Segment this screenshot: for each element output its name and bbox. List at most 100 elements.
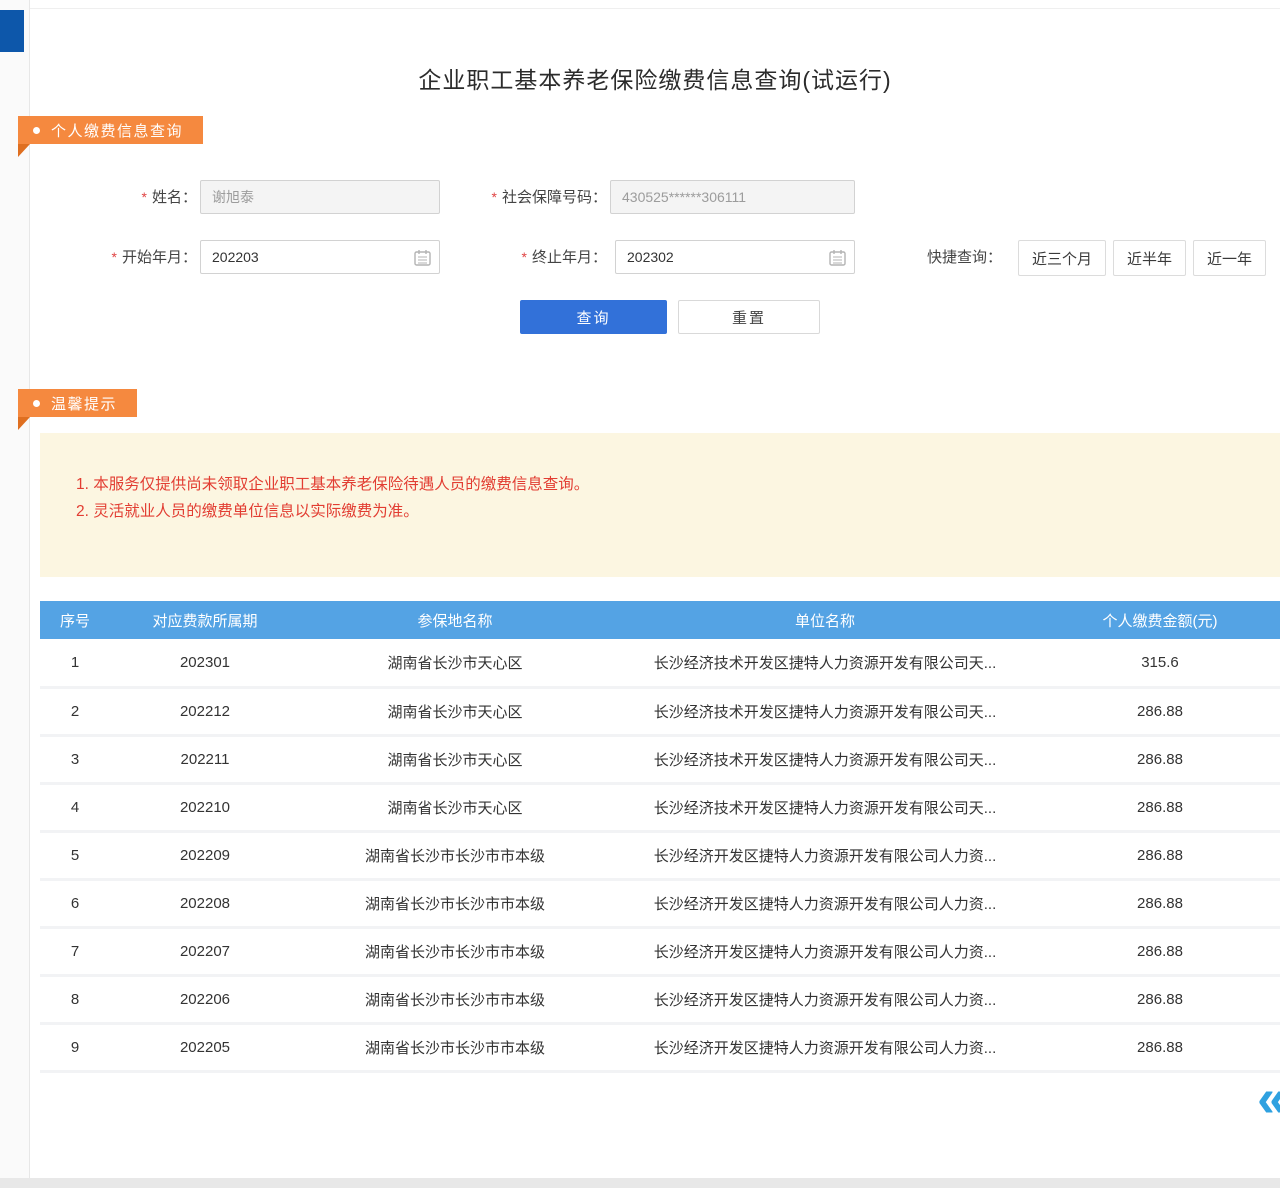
table-cell: 6: [40, 879, 110, 927]
table-row: 5202209湖南省长沙市长沙市市本级长沙经济开发区捷特人力资源开发有限公司人力…: [40, 831, 1280, 879]
table-cell: 202210: [110, 783, 300, 831]
table-cell: 3: [40, 735, 110, 783]
section-tips-label: 温馨提示: [51, 393, 117, 414]
notice-line: 1. 本服务仅提供尚未领取企业职工基本养老保险待遇人员的缴费信息查询。: [76, 471, 1260, 498]
table-cell: 7: [40, 927, 110, 975]
table-cell: 9: [40, 1023, 110, 1071]
table-body: 1202301湖南省长沙市天心区长沙经济技术开发区捷特人力资源开发有限公司天..…: [40, 639, 1280, 1071]
notice-line: 2. 灵活就业人员的缴费单位信息以实际缴费为准。: [76, 498, 1260, 525]
bullet-dot-icon: [33, 127, 40, 134]
end-month-label: *终止年月：: [490, 240, 607, 275]
table-cell: 202208: [110, 879, 300, 927]
table-cell: 202207: [110, 927, 300, 975]
quick-range-button[interactable]: 近半年: [1113, 240, 1186, 276]
start-month-input[interactable]: [200, 240, 440, 274]
table-header-cell: 单位名称: [610, 601, 1040, 639]
table-cell: 长沙经济开发区捷特人力资源开发有限公司人力资...: [610, 927, 1040, 975]
main-panel: 企业职工基本养老保险缴费信息查询(试运行) 个人缴费信息查询 *姓名： *社会保…: [30, 8, 1280, 1178]
table-cell: 长沙经济开发区捷特人力资源开发有限公司人力资...: [610, 879, 1040, 927]
table-cell: 286.88: [1040, 1023, 1280, 1071]
table-cell: 湖南省长沙市天心区: [300, 783, 610, 831]
end-month-input[interactable]: [615, 240, 855, 274]
table-cell: 315.6: [1040, 639, 1280, 687]
table-row: 6202208湖南省长沙市长沙市市本级长沙经济开发区捷特人力资源开发有限公司人力…: [40, 879, 1280, 927]
ssn-input[interactable]: [610, 180, 855, 214]
table-cell: 286.88: [1040, 975, 1280, 1023]
screen: 企业职工基本养老保险缴费信息查询(试运行) 个人缴费信息查询 *姓名： *社会保…: [0, 0, 1280, 1188]
ribbon-fold: [18, 144, 30, 157]
quick-query-group: 近三个月近半年近一年: [1018, 240, 1266, 276]
table-cell: 长沙经济技术开发区捷特人力资源开发有限公司天...: [610, 735, 1040, 783]
name-input[interactable]: [200, 180, 440, 214]
table-header-cell: 序号: [40, 601, 110, 639]
table-row: 9202205湖南省长沙市长沙市市本级长沙经济开发区捷特人力资源开发有限公司人力…: [40, 1023, 1280, 1071]
table-cell: 286.88: [1040, 879, 1280, 927]
bottom-strip: [0, 1178, 1280, 1188]
table-cell: 长沙经济开发区捷特人力资源开发有限公司人力资...: [610, 831, 1040, 879]
ribbon-fold: [18, 417, 30, 430]
quick-range-button[interactable]: 近三个月: [1018, 240, 1106, 276]
bullet-dot-icon: [33, 400, 40, 407]
notice-box: 1. 本服务仅提供尚未领取企业职工基本养老保险待遇人员的缴费信息查询。2. 灵活…: [40, 433, 1280, 577]
table-cell: 湖南省长沙市长沙市市本级: [300, 879, 610, 927]
left-blue-tab[interactable]: [0, 10, 24, 52]
table-cell: 湖南省长沙市长沙市市本级: [300, 975, 610, 1023]
ssn-label: *社会保障号码：: [455, 180, 607, 215]
table-cell: 202301: [110, 639, 300, 687]
name-label: *姓名：: [85, 180, 197, 215]
table-cell: 5: [40, 831, 110, 879]
table-cell: 长沙经济开发区捷特人力资源开发有限公司人力资...: [610, 1023, 1040, 1071]
table-cell: 湖南省长沙市天心区: [300, 687, 610, 735]
left-rail: [0, 0, 30, 1178]
table-cell: 286.88: [1040, 831, 1280, 879]
table-header-cell: 个人缴费金额(元): [1040, 601, 1280, 639]
section-header-query: 个人缴费信息查询: [18, 116, 203, 144]
table-row: 7202207湖南省长沙市长沙市市本级长沙经济开发区捷特人力资源开发有限公司人力…: [40, 927, 1280, 975]
quick-range-button[interactable]: 近一年: [1193, 240, 1266, 276]
results-table: 序号对应费款所属期参保地名称单位名称个人缴费金额(元) 1202301湖南省长沙…: [40, 601, 1280, 1073]
table-cell: 2: [40, 687, 110, 735]
table-row: 1202301湖南省长沙市天心区长沙经济技术开发区捷特人力资源开发有限公司天..…: [40, 639, 1280, 687]
table-cell: 202209: [110, 831, 300, 879]
quick-query-label: 快捷查询：: [927, 240, 1002, 276]
required-asterisk: *: [522, 249, 527, 265]
table-cell: 湖南省长沙市长沙市市本级: [300, 1023, 610, 1071]
collapse-chevron-icon[interactable]: «: [1257, 1071, 1280, 1125]
calendar-icon[interactable]: [829, 249, 846, 266]
table-cell: 长沙经济技术开发区捷特人力资源开发有限公司天...: [610, 783, 1040, 831]
table-cell: 202205: [110, 1023, 300, 1071]
table-cell: 286.88: [1040, 783, 1280, 831]
table-cell: 286.88: [1040, 927, 1280, 975]
table-cell: 202206: [110, 975, 300, 1023]
table-row: 2202212湖南省长沙市天心区长沙经济技术开发区捷特人力资源开发有限公司天..…: [40, 687, 1280, 735]
table-header-cell: 对应费款所属期: [110, 601, 300, 639]
table-cell: 长沙经济技术开发区捷特人力资源开发有限公司天...: [610, 639, 1040, 687]
reset-button[interactable]: 重置: [678, 300, 820, 334]
section-header-tips: 温馨提示: [18, 389, 137, 417]
table-cell: 长沙经济技术开发区捷特人力资源开发有限公司天...: [610, 687, 1040, 735]
table-cell: 8: [40, 975, 110, 1023]
calendar-icon[interactable]: [414, 249, 431, 266]
table-cell: 湖南省长沙市长沙市市本级: [300, 927, 610, 975]
table-row: 4202210湖南省长沙市天心区长沙经济技术开发区捷特人力资源开发有限公司天..…: [40, 783, 1280, 831]
table-cell: 湖南省长沙市长沙市市本级: [300, 831, 610, 879]
required-asterisk: *: [142, 189, 147, 205]
section-query-label: 个人缴费信息查询: [51, 120, 183, 141]
table-cell: 湖南省长沙市天心区: [300, 735, 610, 783]
table-header-row: 序号对应费款所属期参保地名称单位名称个人缴费金额(元): [40, 601, 1280, 639]
start-month-label: *开始年月：: [85, 240, 197, 275]
table-cell: 长沙经济开发区捷特人力资源开发有限公司人力资...: [610, 975, 1040, 1023]
table-cell: 202211: [110, 735, 300, 783]
table-row: 8202206湖南省长沙市长沙市市本级长沙经济开发区捷特人力资源开发有限公司人力…: [40, 975, 1280, 1023]
table-cell: 1: [40, 639, 110, 687]
table-cell: 4: [40, 783, 110, 831]
table-cell: 286.88: [1040, 687, 1280, 735]
table-header-cell: 参保地名称: [300, 601, 610, 639]
table-cell: 202212: [110, 687, 300, 735]
table-cell: 湖南省长沙市天心区: [300, 639, 610, 687]
required-asterisk: *: [492, 189, 497, 205]
table-row: 3202211湖南省长沙市天心区长沙经济技术开发区捷特人力资源开发有限公司天..…: [40, 735, 1280, 783]
table-cell: 286.88: [1040, 735, 1280, 783]
query-button[interactable]: 查询: [520, 300, 667, 334]
notice-lines: 1. 本服务仅提供尚未领取企业职工基本养老保险待遇人员的缴费信息查询。2. 灵活…: [40, 433, 1280, 525]
